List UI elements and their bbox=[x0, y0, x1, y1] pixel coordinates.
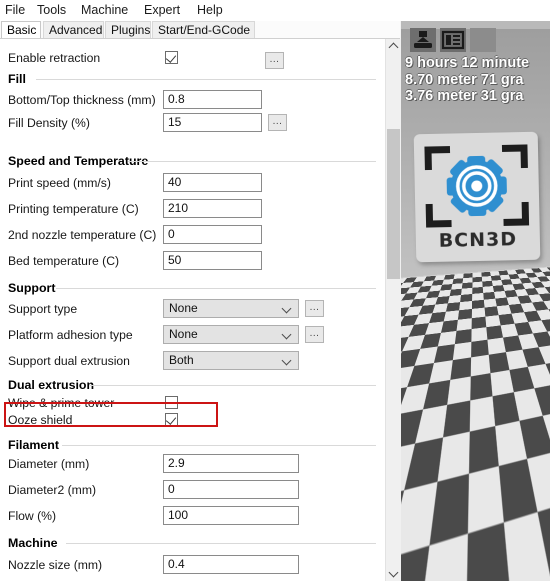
scrollbar-up-button[interactable] bbox=[386, 39, 401, 54]
label-flow: Flow (%) bbox=[8, 509, 57, 523]
input-printing-temperature[interactable]: 210 bbox=[163, 199, 262, 218]
setting-row-flow: Flow (%) 100 bbox=[0, 505, 385, 527]
tab-basic[interactable]: Basic bbox=[1, 21, 41, 38]
label-fill-density: Fill Density (%) bbox=[8, 116, 90, 130]
platform-adhesion-options-button[interactable]: ... bbox=[305, 326, 324, 343]
label-support-type: Support type bbox=[8, 302, 78, 316]
menu-item-machine[interactable]: Machine bbox=[78, 1, 131, 19]
setting-row-enable-retraction: Enable retraction ... bbox=[0, 47, 385, 69]
stat-material-first: 8.70 meter 71 gra bbox=[405, 71, 524, 88]
input-flow[interactable]: 100 bbox=[163, 506, 299, 525]
label-diameter2: Diameter2 (mm) bbox=[8, 483, 97, 497]
tab-start-end-gcode[interactable]: Start/End-GCode bbox=[152, 21, 255, 38]
input-bed-temperature[interactable]: 50 bbox=[163, 251, 262, 270]
section-title-support: Support bbox=[8, 281, 56, 295]
label-bed-temperature: Bed temperature (C) bbox=[8, 254, 120, 268]
fill-density-options-button[interactable]: ... bbox=[268, 114, 287, 131]
setting-row-printing-temperature: Printing temperature (C) 210 bbox=[0, 198, 385, 220]
chevron-down-icon bbox=[283, 326, 293, 343]
dropdown-support-type[interactable]: None bbox=[163, 299, 299, 318]
label-printing-temperature: Printing temperature (C) bbox=[8, 202, 139, 216]
setting-row-platform-adhesion-type: Platform adhesion type None ... bbox=[0, 324, 385, 346]
settings-panel: Enable retraction ... Fill Bottom/Top th… bbox=[0, 39, 385, 581]
menu-item-expert[interactable]: Expert bbox=[141, 1, 183, 19]
setting-row-support-type: Support type None ... bbox=[0, 298, 385, 320]
label-nozzle-size: Nozzle size (mm) bbox=[8, 558, 103, 572]
setting-row-fill-density: Fill Density (%) 15 ... bbox=[0, 112, 385, 134]
blank-icon[interactable] bbox=[470, 28, 496, 52]
input-diameter[interactable]: 2.9 bbox=[163, 454, 299, 473]
section-title-machine: Machine bbox=[8, 536, 58, 550]
section-divider-fill bbox=[36, 79, 376, 80]
dropdown-platform-adhesion-type-value: None bbox=[169, 327, 198, 341]
section-title-fill: Fill bbox=[8, 72, 26, 86]
settings-scrollbar[interactable] bbox=[385, 39, 401, 581]
setting-row-diameter: Diameter (mm) 2.9 bbox=[0, 453, 385, 475]
setting-row-bottom-top-thickness: Bottom/Top thickness (mm) 0.8 bbox=[0, 89, 385, 111]
tab-strip: Basic Advanced Plugins Start/End-GCode bbox=[0, 21, 400, 39]
setting-row-nozzle-size: Nozzle size (mm) 0.4 bbox=[0, 554, 385, 576]
print-statistics: 9 hours 12 minute 8.70 meter 71 gra 3.76… bbox=[405, 55, 550, 105]
label-diameter: Diameter (mm) bbox=[8, 457, 90, 471]
label-ooze-shield: Ooze shield bbox=[8, 413, 73, 427]
label-print-speed: Print speed (mm/s) bbox=[8, 176, 111, 190]
stat-material-second: 3.76 meter 31 gra bbox=[405, 88, 524, 104]
setting-row-print-speed: Print speed (mm/s) 40 bbox=[0, 172, 385, 194]
input-second-nozzle-temperature[interactable]: 0 bbox=[163, 225, 262, 244]
save-to-sd-icon[interactable] bbox=[410, 28, 436, 52]
bcn3d-brand-text: BCN3D bbox=[438, 228, 518, 252]
input-fill-density[interactable]: 15 bbox=[163, 113, 262, 132]
section-divider-speed-temperature bbox=[128, 161, 376, 162]
label-second-nozzle-temperature: 2nd nozzle temperature (C) bbox=[8, 228, 157, 242]
dropdown-platform-adhesion-type[interactable]: None bbox=[163, 325, 299, 344]
checkbox-enable-retraction[interactable] bbox=[165, 51, 178, 64]
tab-plugins[interactable]: Plugins bbox=[105, 21, 151, 38]
dropdown-support-dual-extrusion-value: Both bbox=[169, 353, 194, 367]
input-nozzle-size[interactable]: 0.4 bbox=[163, 555, 299, 574]
setting-row-second-nozzle-temperature: 2nd nozzle temperature (C) 0 bbox=[0, 224, 385, 246]
chevron-down-icon bbox=[283, 300, 293, 317]
menu-item-tools[interactable]: Tools bbox=[34, 1, 69, 19]
label-support-dual-extrusion: Support dual extrusion bbox=[8, 354, 130, 368]
model-logo-plate[interactable]: BCN3D bbox=[413, 131, 541, 263]
tab-advanced[interactable]: Advanced bbox=[43, 21, 104, 38]
dropdown-support-dual-extrusion[interactable]: Both bbox=[163, 351, 299, 370]
menu-item-file[interactable]: File bbox=[2, 1, 28, 19]
gcode-list-icon[interactable] bbox=[440, 28, 466, 52]
slicer-window: File Tools Machine Expert Help Basic Adv… bbox=[0, 0, 550, 581]
menu-item-help[interactable]: Help bbox=[194, 1, 226, 19]
menu-bar: File Tools Machine Expert Help bbox=[0, 0, 550, 21]
bcn3d-logo-icon bbox=[424, 144, 530, 228]
dropdown-support-type-value: None bbox=[169, 301, 198, 315]
checkbox-ooze-shield[interactable] bbox=[165, 413, 178, 426]
section-divider-filament bbox=[62, 445, 376, 446]
support-type-options-button[interactable]: ... bbox=[305, 300, 324, 317]
setting-row-diameter2: Diameter2 (mm) 0 bbox=[0, 479, 385, 501]
input-bottom-top-thickness[interactable]: 0.8 bbox=[163, 90, 262, 109]
label-bottom-top-thickness: Bottom/Top thickness (mm) bbox=[8, 93, 156, 107]
input-print-speed[interactable]: 40 bbox=[163, 173, 262, 192]
scrollbar-thumb[interactable] bbox=[387, 129, 400, 279]
input-diameter2[interactable]: 0 bbox=[163, 480, 299, 499]
3d-viewport[interactable]: 9 hours 12 minute 8.70 meter 71 gra 3.76… bbox=[401, 21, 550, 581]
setting-row-bed-temperature: Bed temperature (C) 50 bbox=[0, 250, 385, 272]
setting-row-support-dual-extrusion: Support dual extrusion Both bbox=[0, 350, 385, 372]
stat-print-time: 9 hours 12 minute bbox=[405, 55, 530, 71]
enable-retraction-options-button[interactable]: ... bbox=[265, 52, 284, 69]
viewport-fade bbox=[401, 491, 550, 581]
section-divider-machine bbox=[66, 543, 376, 544]
label-enable-retraction: Enable retraction bbox=[8, 51, 101, 65]
label-platform-adhesion-type: Platform adhesion type bbox=[8, 328, 133, 342]
section-title-filament: Filament bbox=[8, 438, 59, 452]
save-to-sd-glyph bbox=[414, 31, 432, 48]
setting-row-ooze-shield: Ooze shield bbox=[0, 409, 385, 431]
checkbox-wipe-prime-tower[interactable] bbox=[165, 396, 178, 409]
gcode-list-glyph bbox=[441, 30, 465, 50]
section-divider-dual-extrusion bbox=[90, 385, 376, 386]
section-divider-support bbox=[56, 288, 376, 289]
chevron-down-icon bbox=[283, 352, 293, 369]
scrollbar-down-button[interactable] bbox=[386, 566, 401, 581]
